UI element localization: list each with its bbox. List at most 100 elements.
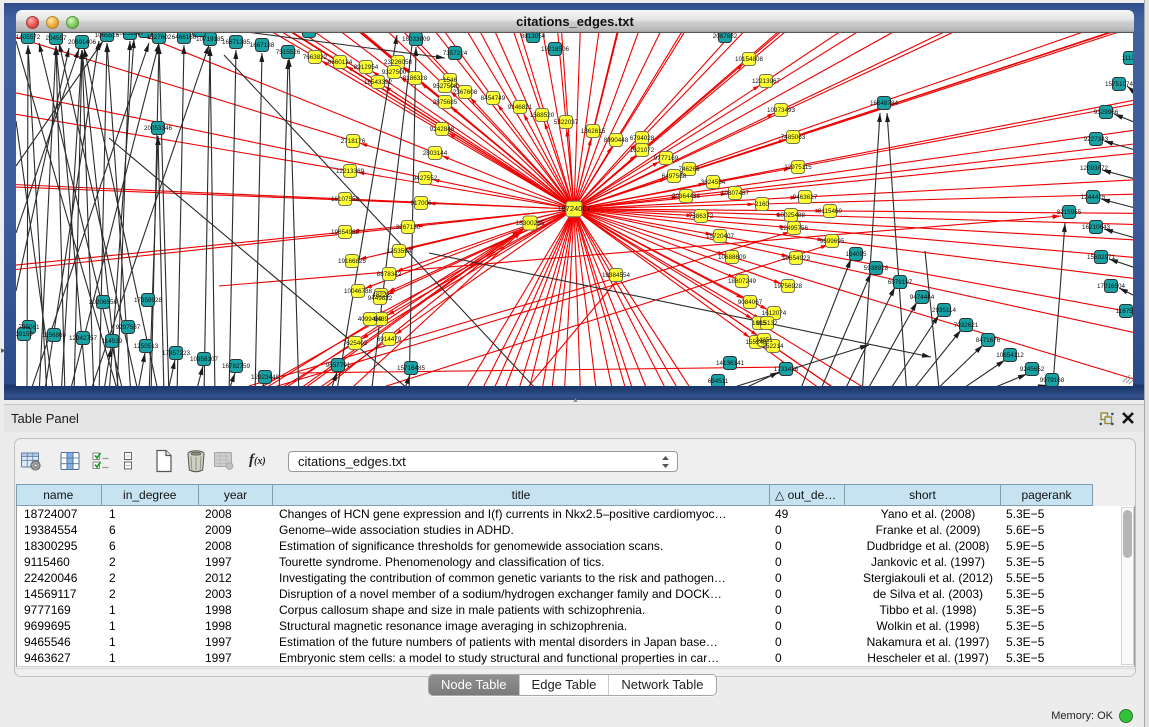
svg-text:8813054: 8813054	[521, 33, 546, 40]
svg-text:18300295: 18300295	[516, 220, 545, 227]
svg-text:16648784: 16648784	[870, 100, 899, 107]
svg-text:7386372: 7386372	[689, 213, 714, 220]
svg-text:1353594: 1353594	[387, 248, 412, 255]
svg-text:8878342: 8878342	[377, 271, 402, 278]
svg-text:17957223: 17957223	[162, 350, 191, 357]
svg-text:1733426: 1733426	[774, 366, 799, 373]
svg-text:3875685: 3875685	[433, 99, 458, 106]
svg-text:7663822: 7663822	[303, 54, 328, 61]
svg-text:7485063: 7485063	[781, 134, 806, 141]
svg-text:2718176: 2718176	[341, 138, 366, 145]
svg-text:8471676: 8471676	[976, 337, 1001, 344]
svg-text:3624554: 3624554	[701, 179, 726, 186]
svg-text:114519: 114519	[102, 338, 123, 345]
svg-text:7032621: 7032621	[954, 322, 979, 329]
svg-text:19384554: 19384554	[602, 272, 631, 279]
svg-text:23226058: 23226058	[384, 59, 413, 66]
svg-text:12923448: 12923448	[251, 374, 280, 381]
svg-text:15751074: 15751074	[1105, 81, 1133, 88]
svg-text:164095: 164095	[845, 251, 867, 258]
svg-text:19166825: 19166825	[338, 258, 367, 265]
svg-text:19654982: 19654982	[331, 229, 360, 236]
svg-text:9242848: 9242848	[430, 126, 455, 133]
svg-text:16543392: 16543392	[364, 79, 393, 86]
svg-text:20053346: 20053346	[144, 125, 173, 132]
svg-text:3267130: 3267130	[396, 224, 421, 231]
svg-text:1405572: 1405572	[16, 34, 41, 41]
svg-text:9777169: 9777169	[654, 155, 679, 162]
svg-text:18724007: 18724007	[557, 204, 590, 213]
svg-text:17359928: 17359928	[134, 297, 163, 304]
svg-text:694511: 694511	[708, 378, 729, 385]
svg-text:5322037: 5322037	[554, 119, 579, 126]
svg-text:917006: 917006	[410, 200, 432, 207]
svg-text:7357224: 7357224	[443, 50, 468, 57]
svg-text:9474444: 9474444	[910, 294, 935, 301]
svg-text:9427552: 9427552	[413, 175, 438, 182]
svg-text:10688609: 10688609	[718, 254, 747, 261]
svg-text:9227343: 9227343	[1084, 136, 1109, 143]
svg-text:6914479: 6914479	[377, 336, 402, 343]
svg-text:10807487: 10807487	[721, 190, 750, 197]
svg-text:19756928: 19756928	[774, 283, 803, 290]
svg-text:9449822: 9449822	[368, 295, 393, 302]
svg-text:10958107: 10958107	[190, 356, 219, 363]
svg-text:1250513: 1250513	[134, 343, 159, 350]
svg-text:14136141: 14136141	[716, 360, 745, 367]
svg-text:12213967: 12213967	[752, 78, 781, 85]
svg-text:15716485: 15716485	[397, 365, 426, 372]
svg-text:2803144: 2803144	[423, 150, 448, 157]
svg-text:16671385: 16671385	[222, 39, 251, 46]
svg-text:1667138: 1667138	[250, 42, 275, 49]
svg-text:1588520: 1588520	[530, 112, 555, 119]
svg-text:4099489: 4099489	[358, 316, 383, 323]
svg-text:19218506: 19218506	[541, 46, 570, 53]
svg-text:7625402: 7625402	[343, 340, 368, 347]
svg-text:12975115: 12975115	[784, 164, 812, 171]
svg-text:10654112: 10654112	[996, 352, 1024, 359]
svg-text:8454749: 8454749	[481, 95, 506, 102]
svg-text:9463627: 9463627	[793, 194, 818, 201]
svg-text:11121: 11121	[1122, 55, 1133, 62]
svg-text:39159: 39159	[16, 331, 33, 338]
svg-text:1612074: 1612074	[762, 310, 787, 317]
svg-text:15692971: 15692971	[1087, 254, 1116, 261]
svg-text:1527602: 1527602	[147, 34, 172, 41]
svg-text:75155: 75155	[300, 33, 318, 35]
svg-text:995161: 995161	[134, 33, 156, 35]
svg-text:166191: 166191	[188, 33, 210, 34]
svg-text:16033809: 16033809	[402, 36, 431, 43]
svg-text:10973493: 10973493	[767, 107, 796, 114]
svg-text:1621072: 1621072	[630, 147, 655, 154]
svg-text:20364436: 20364436	[672, 193, 701, 200]
svg-text:20206556: 20206556	[89, 299, 118, 306]
svg-text:10719185: 10719185	[196, 36, 225, 43]
svg-text:12495756: 12495756	[780, 225, 809, 232]
svg-text:7515526: 7515526	[276, 49, 301, 56]
svg-text:16782759: 16782759	[222, 363, 251, 370]
svg-text:915132: 915132	[756, 320, 778, 327]
svg-text:116753: 116753	[1116, 308, 1133, 315]
svg-text:9699695: 9699695	[820, 238, 845, 245]
svg-text:252214: 252214	[762, 343, 784, 350]
svg-text:16210643: 16210643	[1082, 224, 1111, 231]
svg-text:204557: 204557	[45, 35, 67, 42]
svg-text:9329966: 9329966	[1094, 109, 1119, 116]
svg-text:9979168: 9979168	[1040, 377, 1065, 384]
svg-text:9146821: 9146821	[508, 104, 533, 111]
svg-text:12093872: 12093872	[1080, 165, 1109, 172]
svg-text:6879197: 6879197	[888, 279, 913, 286]
svg-text:5938928: 5938928	[864, 265, 889, 272]
svg-text:15720407: 15720407	[706, 233, 735, 240]
svg-text:16107552: 16107552	[331, 196, 360, 203]
svg-text:735061: 735061	[18, 324, 40, 331]
svg-text:746266: 746266	[678, 166, 700, 173]
svg-text:9657791: 9657791	[326, 362, 351, 369]
svg-text:8660124: 8660124	[328, 59, 353, 66]
svg-text:2160: 2160	[755, 201, 770, 208]
svg-text:10154808: 10154808	[735, 56, 764, 63]
svg-text:9245652: 9245652	[1020, 366, 1045, 373]
svg-text:12213369: 12213369	[336, 168, 365, 175]
svg-text:12942757: 12942757	[69, 335, 98, 342]
svg-text:19654923: 19654923	[782, 255, 811, 262]
